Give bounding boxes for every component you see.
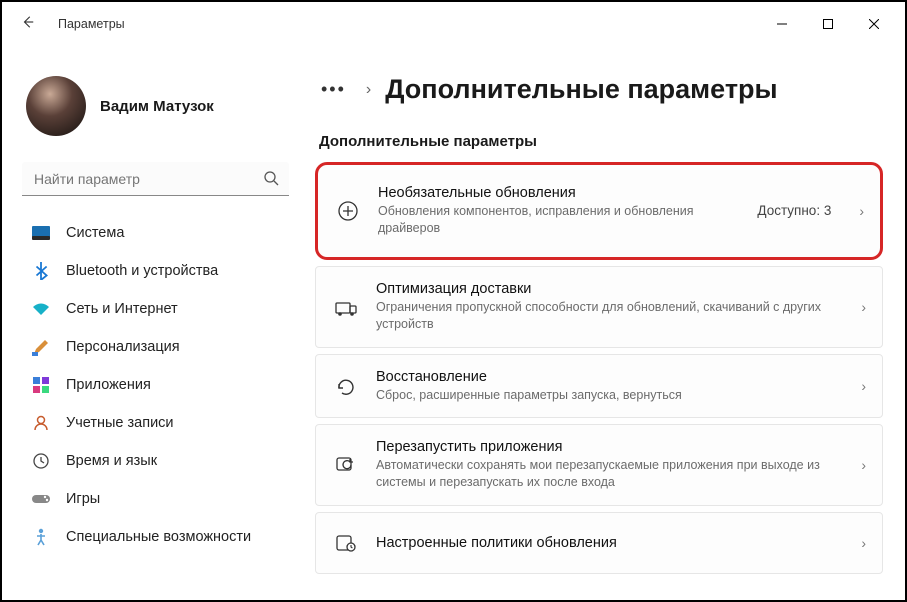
sidebar-item-label: Сеть и Интернет: [66, 301, 178, 317]
search-icon: [263, 170, 279, 189]
chevron-right-icon: ›: [861, 299, 866, 315]
sidebar-item-time-language[interactable]: Время и язык: [16, 442, 295, 480]
close-button[interactable]: [851, 8, 897, 40]
accounts-icon: [32, 414, 50, 432]
card-title: Настроенные политики обновления: [376, 535, 833, 551]
bluetooth-icon: [32, 262, 50, 280]
chevron-right-icon: ›: [861, 535, 866, 551]
chevron-right-icon: ›: [366, 81, 371, 99]
sidebar-item-personalization[interactable]: Персонализация: [16, 328, 295, 366]
card-subtitle: Автоматически сохранять мои перезапускае…: [376, 457, 833, 491]
arrow-left-icon: [21, 15, 35, 29]
sidebar-item-system[interactable]: Система: [16, 214, 295, 252]
system-icon: [32, 224, 50, 242]
apps-icon: [32, 376, 50, 394]
sidebar-item-gaming[interactable]: Игры: [16, 480, 295, 518]
sidebar-item-accounts[interactable]: Учетные записи: [16, 404, 295, 442]
restart-apps-icon: [334, 453, 358, 477]
window-controls: [759, 8, 897, 40]
breadcrumb-ellipsis[interactable]: •••: [315, 79, 352, 100]
sidebar: Вадим Матузок Система Bluetooth и устрой…: [2, 46, 307, 600]
content: ••• › Дополнительные параметры Дополните…: [307, 46, 905, 600]
sidebar-item-accessibility[interactable]: Специальные возможности: [16, 518, 295, 556]
card-restart-apps[interactable]: Перезапустить приложения Автоматически с…: [315, 424, 883, 506]
card-optional-updates[interactable]: Необязательные обновления Обновления ком…: [315, 162, 883, 260]
card-title: Перезапустить приложения: [376, 439, 833, 455]
card-delivery-optimization[interactable]: Оптимизация доставки Ограничения пропуск…: [315, 266, 883, 348]
sidebar-item-label: Система: [66, 225, 124, 241]
card-subtitle: Обновления компонентов, исправления и об…: [378, 203, 739, 237]
card-title: Оптимизация доставки: [376, 281, 833, 297]
sidebar-item-label: Специальные возможности: [66, 529, 251, 545]
sidebar-item-label: Время и язык: [66, 453, 157, 469]
breadcrumb: ••• › Дополнительные параметры: [315, 74, 883, 105]
account-row[interactable]: Вадим Матузок: [16, 54, 295, 154]
clock-icon: [32, 452, 50, 470]
chevron-right-icon: ›: [861, 457, 866, 473]
card-update-policies[interactable]: Настроенные политики обновления ›: [315, 512, 883, 574]
sidebar-item-bluetooth[interactable]: Bluetooth и устройства: [16, 252, 295, 290]
maximize-button[interactable]: [805, 8, 851, 40]
network-icon: [32, 300, 50, 318]
card-title: Восстановление: [376, 369, 833, 385]
nav: Система Bluetooth и устройства Сеть и Ин…: [16, 214, 295, 556]
user-name: Вадим Матузок: [100, 98, 214, 115]
search-input[interactable]: [22, 162, 289, 196]
window-title: Параметры: [58, 17, 125, 31]
chevron-right-icon: ›: [859, 203, 864, 219]
sidebar-item-label: Игры: [66, 491, 100, 507]
recovery-icon: [334, 374, 358, 398]
sidebar-item-label: Bluetooth и устройства: [66, 263, 218, 279]
sidebar-item-network[interactable]: Сеть и Интернет: [16, 290, 295, 328]
sidebar-item-label: Персонализация: [66, 339, 180, 355]
sidebar-item-label: Приложения: [66, 377, 151, 393]
gamepad-icon: [32, 490, 50, 508]
card-recovery[interactable]: Восстановление Сброс, расширенные параме…: [315, 354, 883, 419]
available-badge: Доступно: 3: [757, 203, 831, 218]
chevron-right-icon: ›: [861, 378, 866, 394]
section-label: Дополнительные параметры: [319, 133, 883, 150]
sidebar-item-label: Учетные записи: [66, 415, 174, 431]
minimize-button[interactable]: [759, 8, 805, 40]
avatar: [26, 76, 86, 136]
titlebar: Параметры: [2, 2, 905, 46]
plus-circle-icon: [336, 199, 360, 223]
delivery-icon: [334, 295, 358, 319]
brush-icon: [32, 338, 50, 356]
accessibility-icon: [32, 528, 50, 546]
policies-icon: [334, 531, 358, 555]
back-button[interactable]: [16, 15, 40, 33]
card-subtitle: Сброс, расширенные параметры запуска, ве…: [376, 387, 833, 404]
sidebar-item-apps[interactable]: Приложения: [16, 366, 295, 404]
card-subtitle: Ограничения пропускной способности для о…: [376, 299, 833, 333]
page-title: Дополнительные параметры: [385, 74, 777, 105]
card-title: Необязательные обновления: [378, 185, 739, 201]
